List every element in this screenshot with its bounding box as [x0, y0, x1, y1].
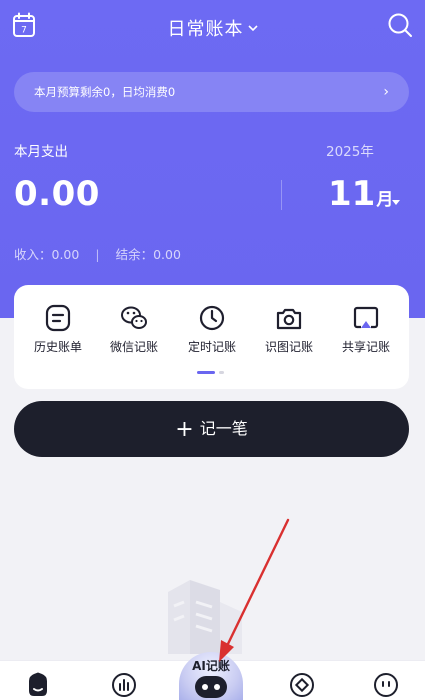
budget-banner[interactable]: 本月预算剩余0，日均消费0 ›	[14, 72, 409, 112]
separator: |	[95, 247, 100, 262]
chart-icon[interactable]	[110, 671, 138, 699]
home-icon[interactable]	[24, 671, 52, 699]
plus-icon: +	[175, 417, 194, 442]
year-label: 2025年	[326, 144, 374, 160]
empty-state-illustration	[168, 580, 242, 654]
add-record-label: 记一笔	[199, 419, 248, 438]
wechat-icon	[121, 306, 147, 329]
page-title: 日常账本	[167, 19, 244, 40]
ai-label: AI记账	[192, 659, 230, 673]
budget-text: 本月预算剩余0，日均消费0	[34, 85, 176, 99]
quick-action-label: 历史账单	[33, 340, 82, 354]
chevron-down-icon	[247, 25, 258, 32]
summary-divider	[281, 180, 282, 210]
quick-action-label: 微信记账	[109, 340, 158, 354]
bot-eye	[202, 684, 208, 690]
quick-action-label: 定时记账	[187, 340, 236, 354]
page-dot	[219, 371, 224, 374]
clock-icon	[199, 305, 225, 331]
quick-action-history[interactable]: 历史账单	[23, 303, 93, 355]
profile-icon[interactable]	[372, 671, 400, 699]
ai-bookkeeping-button[interactable]: AI记账	[179, 652, 243, 700]
caret-down-icon[interactable]	[392, 200, 400, 205]
top-bar: 7 日常账本	[0, 0, 425, 52]
history-bill-icon	[45, 304, 71, 332]
income-balance-row: 收入：0.00 | 结余：0.00	[14, 244, 181, 263]
chevron-right-icon: ›	[383, 84, 389, 100]
balance-text: 结余：0.00	[115, 247, 181, 262]
ai-bot-icon	[195, 676, 227, 698]
search-icon[interactable]	[387, 12, 413, 38]
quick-action-wechat[interactable]: 微信记账	[99, 303, 169, 355]
income-text: 收入：0.00	[14, 247, 80, 262]
month-unit: 月	[376, 190, 394, 210]
quick-action-shared[interactable]: 共享记账	[331, 303, 401, 355]
add-record-button[interactable]: + 记一笔	[14, 401, 409, 457]
quick-actions-card: 历史账单 微信记账 定时记账 识图记账 共享记账	[14, 285, 409, 389]
quick-action-label: 共享记账	[341, 340, 390, 354]
quick-action-scheduled[interactable]: 定时记账	[177, 303, 247, 355]
camera-icon	[276, 308, 302, 330]
discover-icon[interactable]	[288, 671, 316, 699]
quick-action-image[interactable]: 识图记账	[254, 303, 324, 355]
quick-action-label: 识图记账	[264, 340, 313, 354]
expense-amount: 0.00	[14, 174, 100, 214]
ledger-selector[interactable]: 日常账本	[0, 15, 425, 41]
page-dot-active	[197, 371, 215, 374]
month-value: 11	[328, 174, 376, 214]
expense-label: 本月支出	[14, 144, 68, 160]
month-selector[interactable]: 11月	[328, 174, 393, 214]
bot-eye	[214, 684, 220, 690]
share-screen-icon	[353, 306, 379, 329]
